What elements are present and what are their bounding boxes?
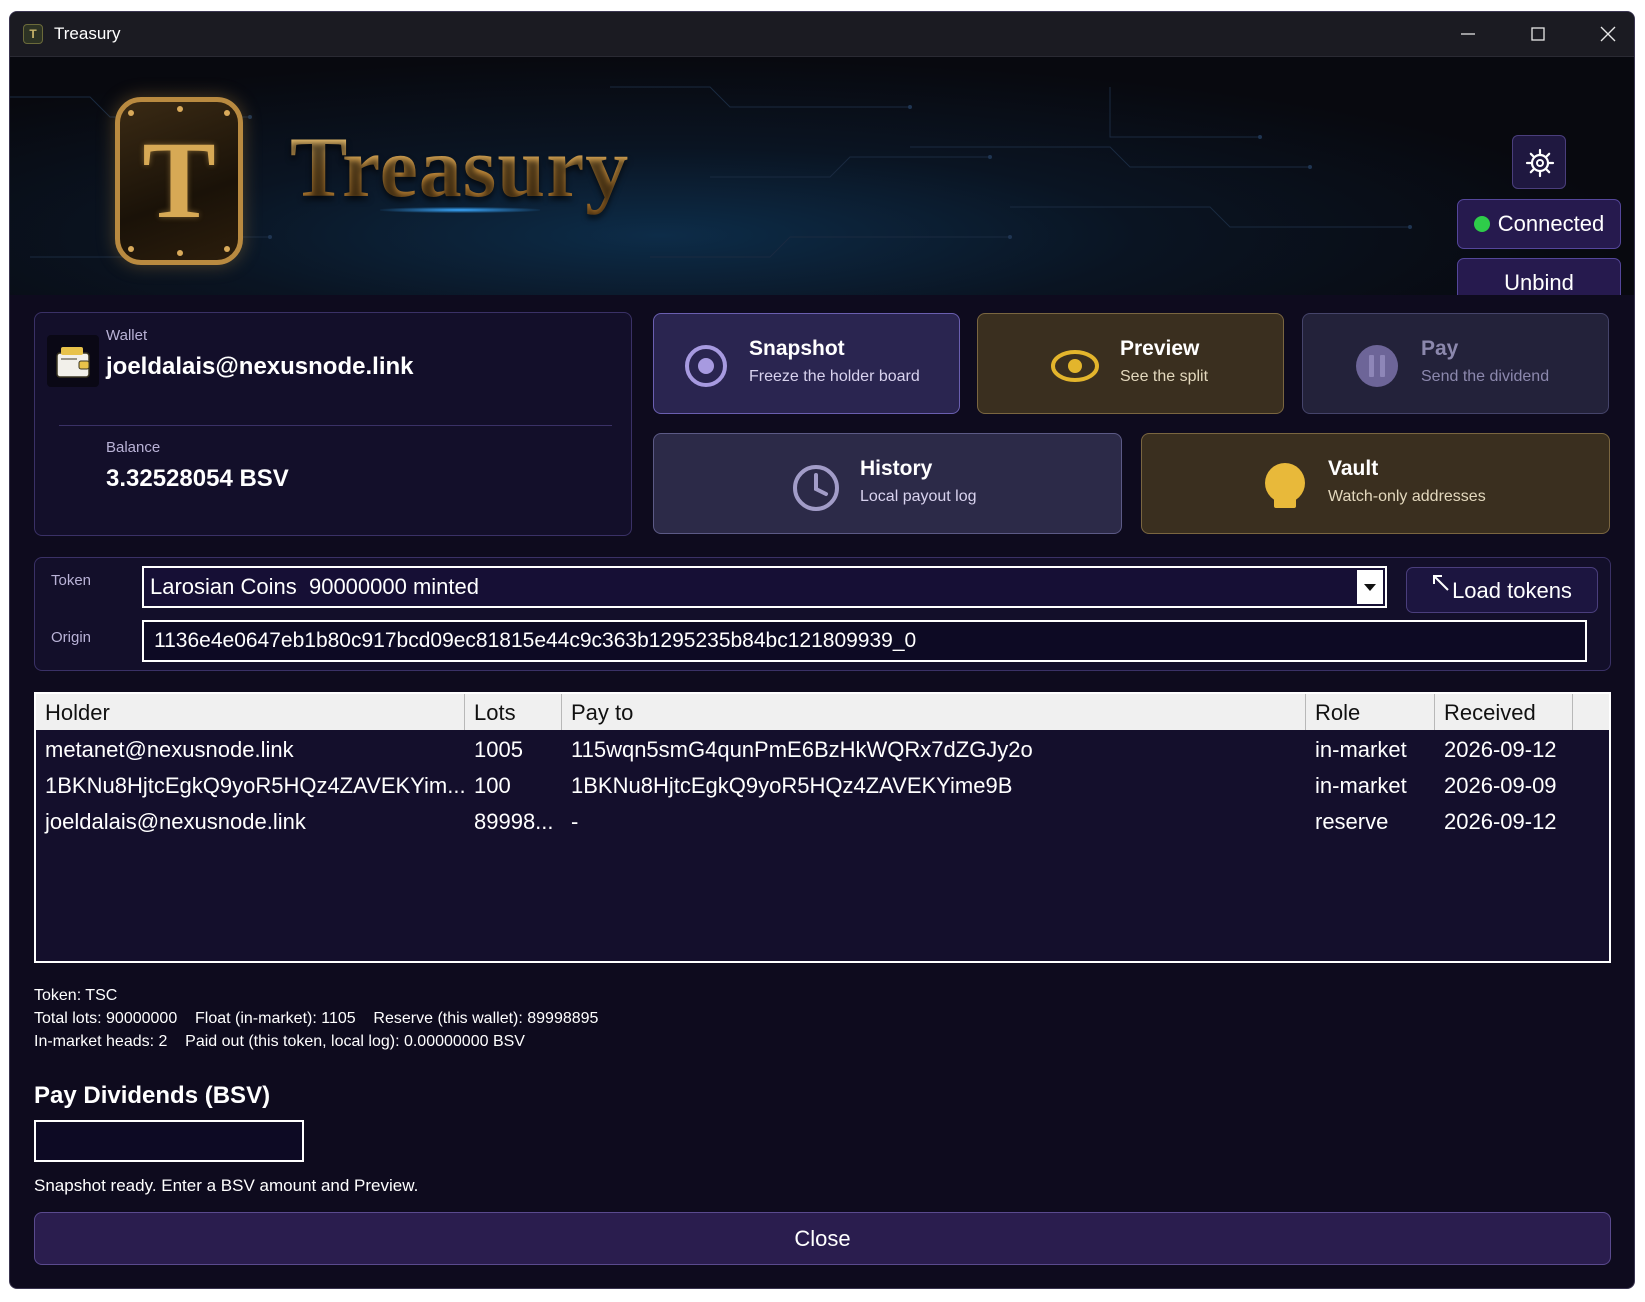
header-banner: T Treasury Connected Unbind (10, 57, 1634, 295)
cell-lots: 89998... (474, 809, 554, 834)
gear-icon (1525, 148, 1555, 178)
origin-field[interactable]: 1136e4e0647eb1b80c917bcd09ec81815e44c9c3… (142, 620, 1587, 662)
table-row[interactable]: joeldalais@nexusnode.link 89998... - res… (36, 804, 1609, 840)
history-title: History (860, 457, 933, 480)
balance-value: 3.32528054 BSV (106, 465, 289, 492)
preview-subtitle: See the split (1120, 368, 1209, 385)
close-button[interactable]: Close (34, 1212, 1611, 1265)
treasury-window: T Treasury T Treasury Connected Unbind W… (9, 11, 1635, 1289)
holders-table[interactable]: Holder Lots Pay to Role Received metanet… (34, 692, 1611, 963)
table-row[interactable]: metanet@nexusnode.link 1005 115wqn5smG4q… (36, 732, 1609, 768)
pay-title: Pay (1421, 337, 1459, 360)
window-close-button[interactable] (1574, 12, 1634, 57)
connection-status-button[interactable]: Connected (1457, 199, 1621, 249)
cell-role: in-market (1315, 737, 1407, 762)
cell-pay-to: 1BKNu8HjtcEgkQ9yoR5HQz4ZAVEKYime9B (571, 773, 1013, 798)
cell-received: 2026-09-09 (1444, 773, 1557, 798)
connected-label: Connected (1497, 211, 1605, 236)
close-icon (1600, 26, 1616, 42)
snapshot-subtitle: Freeze the holder board (749, 368, 920, 385)
history-subtitle: Local payout log (860, 488, 977, 505)
cell-role: in-market (1315, 773, 1407, 798)
status-dot-icon (1473, 216, 1490, 232)
status-message: Snapshot ready. Enter a BSV amount and P… (34, 1176, 419, 1195)
token-label: Token (51, 572, 92, 589)
app-icon: T (23, 24, 43, 44)
brand-glow (380, 207, 540, 213)
load-tokens-label: Load tokens (1452, 578, 1572, 603)
cell-lots: 100 (474, 773, 511, 798)
token-panel: Token Larosian Coins 90000000 minted Loa… (34, 557, 1611, 671)
bsv-amount-input[interactable] (34, 1120, 304, 1162)
vault-icon (1265, 463, 1305, 508)
minimize-icon (1461, 33, 1475, 35)
maximize-button[interactable] (1504, 12, 1574, 57)
circuit-background (10, 86, 1412, 258)
vault-title: Vault (1328, 457, 1379, 480)
window-title: Treasury (54, 24, 121, 43)
lots-summary: Total lots: 90000000 Float (in-market): … (34, 1010, 599, 1027)
chevron-down-icon (1364, 584, 1376, 591)
pay-subtitle: Send the dividend (1421, 368, 1550, 385)
origin-label: Origin (51, 629, 92, 646)
pause-icon (1356, 345, 1398, 387)
cell-role: reserve (1315, 809, 1389, 834)
vault-subtitle: Watch-only addresses (1328, 488, 1486, 505)
wallet-icon (47, 335, 99, 387)
load-tokens-button[interactable]: Load tokens (1406, 567, 1598, 613)
target-icon (685, 345, 727, 387)
logo-letter: T (142, 119, 216, 241)
wallet-address: joeldalais@nexusnode.link (106, 353, 414, 380)
token-select[interactable]: Larosian Coins 90000000 minted (142, 566, 1387, 608)
column-header-holder[interactable]: Holder (36, 694, 465, 730)
settings-button[interactable] (1512, 135, 1566, 189)
cell-holder: metanet@nexusnode.link (45, 737, 294, 762)
treasury-logo: T (115, 97, 243, 265)
wallet-label: Wallet (106, 327, 148, 344)
table-header: Holder Lots Pay to Role Received (36, 694, 1609, 730)
cell-holder: joeldalais@nexusnode.link (45, 809, 306, 834)
unbind-button[interactable]: Unbind (1457, 258, 1621, 295)
column-header-pay-to[interactable]: Pay to (562, 694, 1306, 730)
vault-button[interactable]: Vault Watch-only addresses (1141, 433, 1610, 534)
arrow-icon (1433, 575, 1449, 591)
history-button[interactable]: History Local payout log (653, 433, 1122, 534)
maximize-icon (1531, 27, 1545, 41)
cell-lots: 1005 (474, 737, 523, 762)
pay-button[interactable]: Pay Send the dividend (1302, 313, 1609, 414)
balance-label: Balance (106, 439, 161, 456)
snapshot-title: Snapshot (749, 337, 845, 360)
cell-received: 2026-09-12 (1444, 809, 1557, 834)
preview-title: Preview (1120, 337, 1200, 360)
brand-title: Treasury (290, 119, 630, 215)
clock-icon (793, 465, 839, 511)
preview-button[interactable]: Preview See the split (977, 313, 1284, 414)
cell-holder: 1BKNu8HjtcEgkQ9yoR5HQz4ZAVEKYim... (45, 773, 465, 798)
token-selected-value: Larosian Coins 90000000 minted (150, 574, 480, 599)
column-header-lots[interactable]: Lots (465, 694, 562, 730)
wallet-divider (59, 425, 612, 426)
eye-icon (1051, 350, 1099, 382)
column-header-received[interactable]: Received (1435, 694, 1573, 730)
wallet-card: Wallet joeldalais@nexusnode.link Balance… (34, 312, 632, 536)
token-summary: Token: TSC (34, 987, 118, 1004)
table-row[interactable]: 1BKNu8HjtcEgkQ9yoR5HQz4ZAVEKYim... 100 1… (36, 768, 1609, 804)
column-header-role[interactable]: Role (1306, 694, 1435, 730)
minimize-button[interactable] (1434, 12, 1504, 57)
pay-dividends-title: Pay Dividends (BSV) (34, 1082, 271, 1109)
cell-pay-to: - (571, 809, 579, 834)
snapshot-button[interactable]: Snapshot Freeze the holder board (653, 313, 960, 414)
cell-received: 2026-09-12 (1444, 737, 1557, 762)
payout-summary: In-market heads: 2 Paid out (this token,… (34, 1033, 525, 1050)
cell-pay-to: 115wqn5smG4qunPmE6BzHkWQRx7dZGJy2o (571, 737, 1033, 762)
dropdown-caret[interactable] (1357, 570, 1383, 604)
title-bar: T Treasury (10, 12, 1634, 57)
